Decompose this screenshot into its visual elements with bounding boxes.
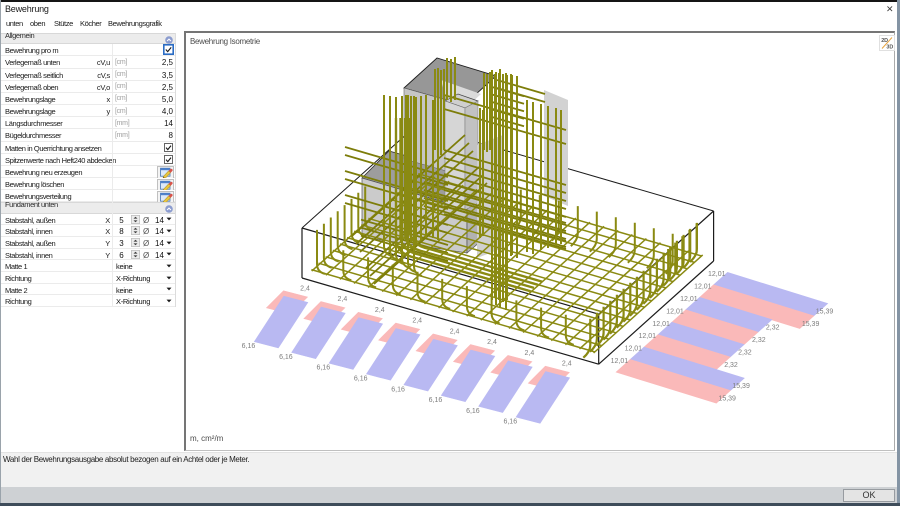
svg-text:15,39: 15,39 xyxy=(718,396,736,403)
svg-text:15,39: 15,39 xyxy=(816,309,834,316)
svg-text:2,4: 2,4 xyxy=(487,339,497,346)
svg-text:12,01: 12,01 xyxy=(708,271,726,278)
svg-text:3D: 3D xyxy=(886,45,893,50)
svg-text:12,01: 12,01 xyxy=(652,321,670,328)
svg-text:2,4: 2,4 xyxy=(412,318,422,325)
svg-text:2,32: 2,32 xyxy=(752,337,766,344)
svg-text:12,01: 12,01 xyxy=(694,283,712,290)
svg-text:2,4: 2,4 xyxy=(562,361,572,368)
svg-text:12,01: 12,01 xyxy=(611,358,629,365)
svg-text:2,4: 2,4 xyxy=(338,296,348,303)
svg-text:6,16: 6,16 xyxy=(316,365,330,372)
svg-text:15,39: 15,39 xyxy=(802,321,820,328)
svg-text:12,01: 12,01 xyxy=(680,296,698,303)
svg-text:6,16: 6,16 xyxy=(503,419,517,426)
svg-text:2,4: 2,4 xyxy=(450,328,460,335)
svg-text:6,16: 6,16 xyxy=(429,397,443,404)
svg-text:6,16: 6,16 xyxy=(354,376,368,383)
svg-text:6,16: 6,16 xyxy=(242,343,256,350)
svg-text:6,16: 6,16 xyxy=(466,408,480,415)
svg-text:2,4: 2,4 xyxy=(300,285,310,292)
svg-text:12,01: 12,01 xyxy=(638,333,656,340)
svg-text:12,01: 12,01 xyxy=(625,346,643,353)
svg-text:2,32: 2,32 xyxy=(766,325,780,332)
svg-text:2,4: 2,4 xyxy=(375,307,385,314)
svg-text:2,32: 2,32 xyxy=(724,362,738,369)
svg-text:2,32: 2,32 xyxy=(738,350,752,357)
svg-text:6,16: 6,16 xyxy=(279,354,293,361)
svg-text:12,01: 12,01 xyxy=(666,308,684,315)
svg-text:6,16: 6,16 xyxy=(391,386,405,393)
svg-text:15,39: 15,39 xyxy=(732,383,750,390)
svg-text:2,4: 2,4 xyxy=(525,350,535,357)
